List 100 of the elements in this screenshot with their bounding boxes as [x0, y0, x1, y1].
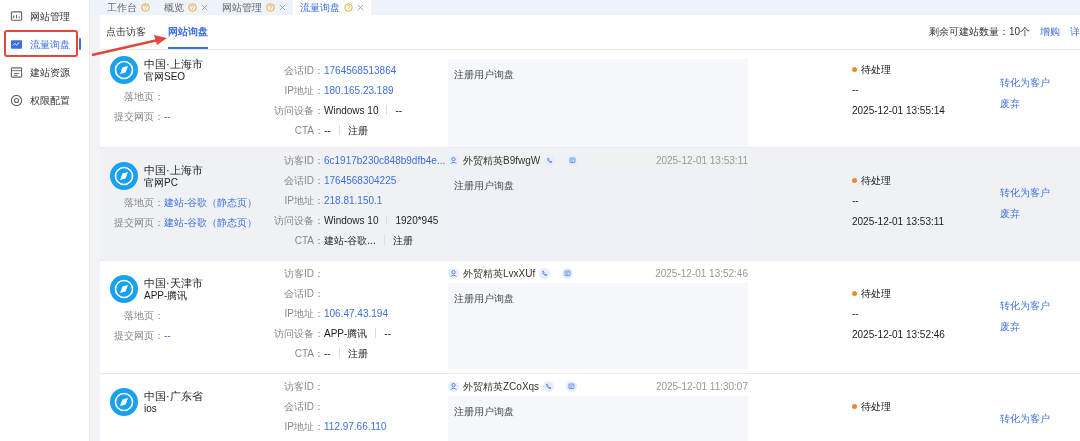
field-label: CTA： [293, 233, 324, 248]
sidebar-item[interactable]: 建站资源 [0, 58, 89, 86]
field-value[interactable]: 6c1917b230c848b9dfb4e... [324, 152, 446, 168]
field-label: IP地址： [283, 419, 324, 434]
page-link[interactable]: 建站-谷歌（静态页） [164, 214, 258, 230]
field-label: IP地址： [283, 83, 324, 98]
field-label: 访问设备： [273, 213, 324, 228]
field-label: 访问设备： [273, 326, 324, 341]
channel-text: 官网SEO [144, 71, 187, 83]
location-text: 中国·上海市 [144, 163, 203, 177]
location-text: 中国·广东省 [144, 389, 203, 403]
field-value[interactable]: 1764568304225 [324, 172, 397, 188]
field-label: 落地页： [123, 89, 164, 104]
field-value[interactable]: 106.47.43.194 [324, 305, 388, 321]
help-icon[interactable] [266, 3, 275, 12]
field-value: -- [395, 103, 403, 118]
user-icon [448, 380, 459, 392]
sidebar-item[interactable]: 流量询盘 [0, 30, 89, 58]
user-icon [448, 154, 459, 166]
field-label: 会话ID： [283, 399, 324, 414]
field-label: CTA： [293, 346, 324, 361]
action-link[interactable]: 废弃 [1000, 93, 1050, 114]
handler-text: -- [852, 83, 860, 97]
time-text: 2025-12-01 13:53:11 [655, 153, 748, 168]
field-label: 访问设备： [273, 103, 324, 118]
page-link[interactable]: 建站-谷歌（静态页） [164, 194, 258, 210]
field-label: IP地址： [283, 306, 324, 321]
close-icon[interactable] [201, 4, 208, 11]
message-text: 注册用户询盘 [454, 180, 514, 191]
field-label: IP地址： [283, 193, 324, 208]
compass-icon [110, 56, 138, 84]
sidebar-item[interactable]: 网站管理 [0, 2, 89, 30]
sub-tab[interactable]: 点击访客 [106, 15, 146, 49]
location-text: 中国·天津市 [144, 276, 203, 290]
status-text: 待处理 [861, 173, 891, 188]
help-icon[interactable] [344, 3, 353, 12]
field-label: 落地页： [123, 195, 164, 210]
field-label: 提交网页： [113, 215, 164, 230]
tab[interactable]: 工作台 [100, 0, 157, 15]
action-link[interactable]: 转化为客户 [1000, 295, 1050, 316]
help-icon[interactable] [141, 3, 150, 12]
page-link[interactable]: -- [164, 108, 171, 124]
time-text: 2025-12-01 11:30:07 [655, 379, 748, 394]
phone-icon[interactable] [543, 380, 555, 392]
field-label: 访客ID： [283, 266, 324, 281]
tab[interactable]: 概览 [157, 0, 215, 15]
quota-label: 剩余可建站数量：10个 [928, 25, 1030, 39]
field-value: -- [324, 346, 331, 361]
compass-icon [110, 162, 138, 190]
close-icon[interactable] [279, 4, 286, 11]
field-label: CTA： [293, 123, 324, 138]
link[interactable]: 增购 [1040, 24, 1060, 39]
sidebar-item[interactable]: 权限配置 [0, 86, 89, 114]
time-text: 2025-12-01 13:55:14 [852, 104, 946, 118]
action-link[interactable]: 转化为客户 [1000, 182, 1050, 203]
field-value: Windows 10 [324, 103, 379, 118]
time-text: 2025-12-01 13:52:46 [852, 328, 946, 342]
chat-icon[interactable] [562, 267, 574, 279]
status-text: 待处理 [861, 286, 891, 301]
action-link[interactable]: 废弃 [1000, 316, 1050, 337]
field-label: 访客ID： [283, 379, 324, 394]
field-value[interactable]: 218.81.150.1 [324, 192, 383, 208]
action-link[interactable]: 转化为客户 [1000, 72, 1050, 93]
tab[interactable]: 流量询盘 [293, 0, 371, 15]
list-icon [10, 65, 23, 79]
handler-text: -- [852, 307, 860, 321]
field-value[interactable]: 180.165.23.189 [324, 82, 394, 98]
channel-text: 官网PC [144, 177, 179, 189]
help-icon[interactable] [188, 3, 197, 12]
agent-name: 外贸精英B9fwgW [463, 153, 541, 168]
field-value: -- [324, 123, 331, 138]
field-label: 访客ID： [283, 153, 324, 168]
status-text: 待处理 [861, 62, 891, 77]
field-value: Windows 10 [324, 213, 379, 228]
handler-text: -- [852, 194, 860, 208]
field-label: 提交网页： [113, 328, 164, 343]
message-text: 注册用户询盘 [454, 69, 514, 80]
field-value[interactable]: 1764568513864 [324, 62, 397, 78]
field-value: 注册 [347, 346, 368, 361]
action-link[interactable]: 废弃 [1000, 203, 1050, 224]
compass-icon [110, 388, 138, 416]
channel-text: ios [144, 403, 158, 415]
chat-icon[interactable] [566, 380, 578, 392]
close-icon[interactable] [357, 4, 364, 11]
tab[interactable]: 网站管理 [215, 0, 293, 15]
page-link[interactable]: -- [164, 327, 171, 343]
location-text: 中国·上海市 [144, 57, 203, 71]
ring-icon [10, 93, 23, 107]
field-label: 会话ID： [283, 286, 324, 301]
phone-icon[interactable] [539, 267, 551, 279]
field-value[interactable]: 112.97.66.110 [324, 418, 387, 434]
field-value: APP-腾讯 [324, 326, 368, 341]
field-label: 会话ID： [283, 173, 324, 188]
phone-icon[interactable] [544, 154, 556, 166]
chat-icon[interactable] [567, 154, 579, 166]
active-indicator [79, 38, 81, 50]
field-value: 注册 [392, 233, 413, 248]
message-text: 注册用户询盘 [454, 406, 514, 417]
link[interactable]: 详 [1070, 24, 1080, 39]
action-link[interactable]: 转化为客户 [1000, 408, 1050, 429]
